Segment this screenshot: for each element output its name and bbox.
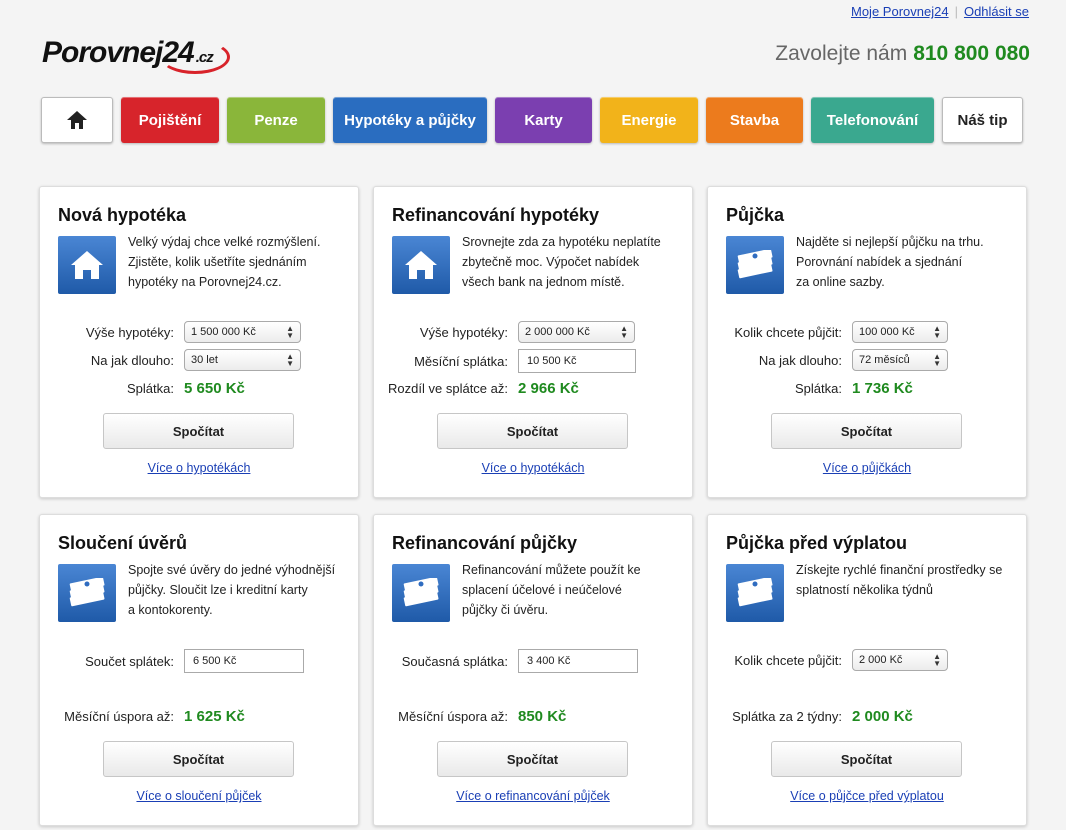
calculate-button[interactable]: Spočítat [103,413,294,449]
result-label: Měsíční úspora až: [398,709,508,724]
money-icon [726,236,784,294]
card-pujcka: Půjčka Najděte si nejlepší půjčku na trh… [707,186,1027,498]
money-icon [392,564,450,622]
result-label: Splátka za 2 týdny: [732,709,842,724]
nav-tab-penze[interactable]: Penze [227,97,325,143]
product-grid: Nová hypotéka Velký výdaj chce velké roz… [39,186,1027,826]
card-refinancovani-hypoteky: Refinancování hypotéky Srovnejte zda za … [373,186,693,498]
card-title: Sloučení úvěrů [58,533,188,553]
card-title: Refinancování půjčky [392,533,578,553]
house-icon [392,236,450,294]
loan-amount-select[interactable]: 100 000 Kč ▲ ▼ [852,321,948,343]
result-value: 2 966 Kč [518,380,579,397]
select-arrows-icon: ▲ ▼ [286,352,294,368]
phone-label: Zavolejte nám [775,42,908,65]
loan-amount-select[interactable]: 1 500 000 Kč ▲ ▼ [184,321,301,343]
more-link[interactable]: Více o půjčce před výplatou [708,789,1026,803]
select-arrows-icon: ▲ ▼ [933,324,941,340]
loan-amount-select[interactable]: 2 000 Kč ▲ ▼ [852,649,948,671]
result-value: 1 625 Kč [184,708,245,725]
calculate-button[interactable]: Spočítat [103,741,294,777]
nav-tab-hypoteky-a-pujcky[interactable]: Hypotéky a půjčky [333,97,487,143]
result-label: Rozdíl ve splátce až: [388,381,508,396]
calculate-button[interactable]: Spočítat [437,413,628,449]
more-link[interactable]: Více o hypotékách [374,461,692,475]
logout-link[interactable]: Odhlásit se [964,4,1029,19]
card-refinancovani-pujcky: Refinancování půjčky Refinancování můžet… [373,514,693,826]
payments-sum-input[interactable]: 6 500 Kč [184,649,304,673]
field-label: Měsíční splátka: [414,353,508,369]
house-icon [58,236,116,294]
duration-select[interactable]: 72 měsíců ▲ ▼ [852,349,948,371]
home-icon [67,111,87,129]
money-icon [58,564,116,622]
result-value: 5 650 Kč [184,380,245,397]
current-payment-input[interactable]: 3 400 Kč [518,649,638,673]
card-title: Půjčka před výplatou [726,533,908,553]
nav-home-button[interactable] [41,97,113,143]
account-link[interactable]: Moje Porovnej24 [851,4,949,19]
nav-tab-pojisteni[interactable]: Pojištění [121,97,219,143]
more-link[interactable]: Více o sloučení půjček [40,789,358,803]
field-label: Na jak dlouho: [758,352,842,368]
select-arrows-icon: ▲ ▼ [286,324,294,340]
result-label: Měsíční úspora až: [64,709,174,724]
select-arrows-icon: ▲ ▼ [933,352,941,368]
nav-tab-karty[interactable]: Karty [495,97,592,143]
select-arrows-icon: ▲ ▼ [933,652,941,668]
more-link[interactable]: Více o půjčkách [708,461,1026,475]
main-nav: Pojištění Penze Hypotéky a půjčky Karty … [41,97,1023,143]
logo[interactable]: Porovnej24 .cz [42,36,230,74]
calculate-button[interactable]: Spočítat [771,413,962,449]
logo-swoosh-icon [160,40,230,74]
card-nova-hypoteka: Nová hypotéka Velký výdaj chce velké roz… [39,186,359,498]
phone-number: 810 800 080 [913,42,1030,65]
card-title: Nová hypotéka [58,205,187,225]
select-arrows-icon: ▲ ▼ [620,324,628,340]
nav-tip-button[interactable]: Náš tip [942,97,1023,143]
field-label: Kolik chcete půjčit: [734,324,842,340]
money-icon [726,564,784,622]
card-description: Srovnejte zda za hypotéku neplatíte zbyte… [462,235,661,289]
result-value: 850 Kč [518,708,567,725]
calculate-button[interactable]: Spočítat [437,741,628,777]
card-description: Refinancování můžete použít ke splacení ú… [462,563,641,617]
nav-tab-energie[interactable]: Energie [600,97,698,143]
loan-amount-select[interactable]: 2 000 000 Kč ▲ ▼ [518,321,635,343]
phone-contact: Zavolejte nám 810 800 080 [775,42,1030,66]
card-title: Půjčka [726,205,785,225]
result-label: Splátka: [127,381,174,396]
field-label: Výše hypotéky: [419,324,508,340]
card-description: Spojte své úvěry do jedné výhodnější půjč… [128,563,336,617]
separator: | [954,4,958,19]
field-label: Výše hypotéky: [85,324,174,340]
nav-tab-stavba[interactable]: Stavba [706,97,803,143]
card-pujcka-pred-vyplatou: Půjčka před výplatou Získejte rychlé fin… [707,514,1027,826]
nav-tab-telefonovani[interactable]: Telefonování [811,97,934,143]
top-links: Moje Porovnej24 | Odhlásit se [851,4,1029,19]
duration-select[interactable]: 30 let ▲ ▼ [184,349,301,371]
field-label: Součet splátek: [85,653,174,669]
field-label: Současná splátka: [401,653,508,669]
field-label: Na jak dlouho: [90,352,174,368]
card-description: Najděte si nejlepší půjčku na trhu. Porov… [796,235,984,289]
calculate-button[interactable]: Spočítat [771,741,962,777]
field-label: Kolik chcete půjčit: [734,652,842,668]
card-title: Refinancování hypotéky [392,205,600,225]
card-slouceni-uveru: Sloučení úvěrů Spojte své úvěry do jedné… [39,514,359,826]
more-link[interactable]: Více o hypotékách [40,461,358,475]
monthly-payment-input[interactable]: 10 500 Kč [518,349,636,373]
result-value: 1 736 Kč [852,380,913,397]
card-description: Získejte rychlé finanční prostředky se sp… [796,563,1003,597]
more-link[interactable]: Více o refinancování půjček [374,789,692,803]
result-label: Splátka: [795,381,842,396]
card-description: Velký výdaj chce velké rozmýšlení. Zjistě… [128,235,321,289]
result-value: 2 000 Kč [852,708,913,725]
